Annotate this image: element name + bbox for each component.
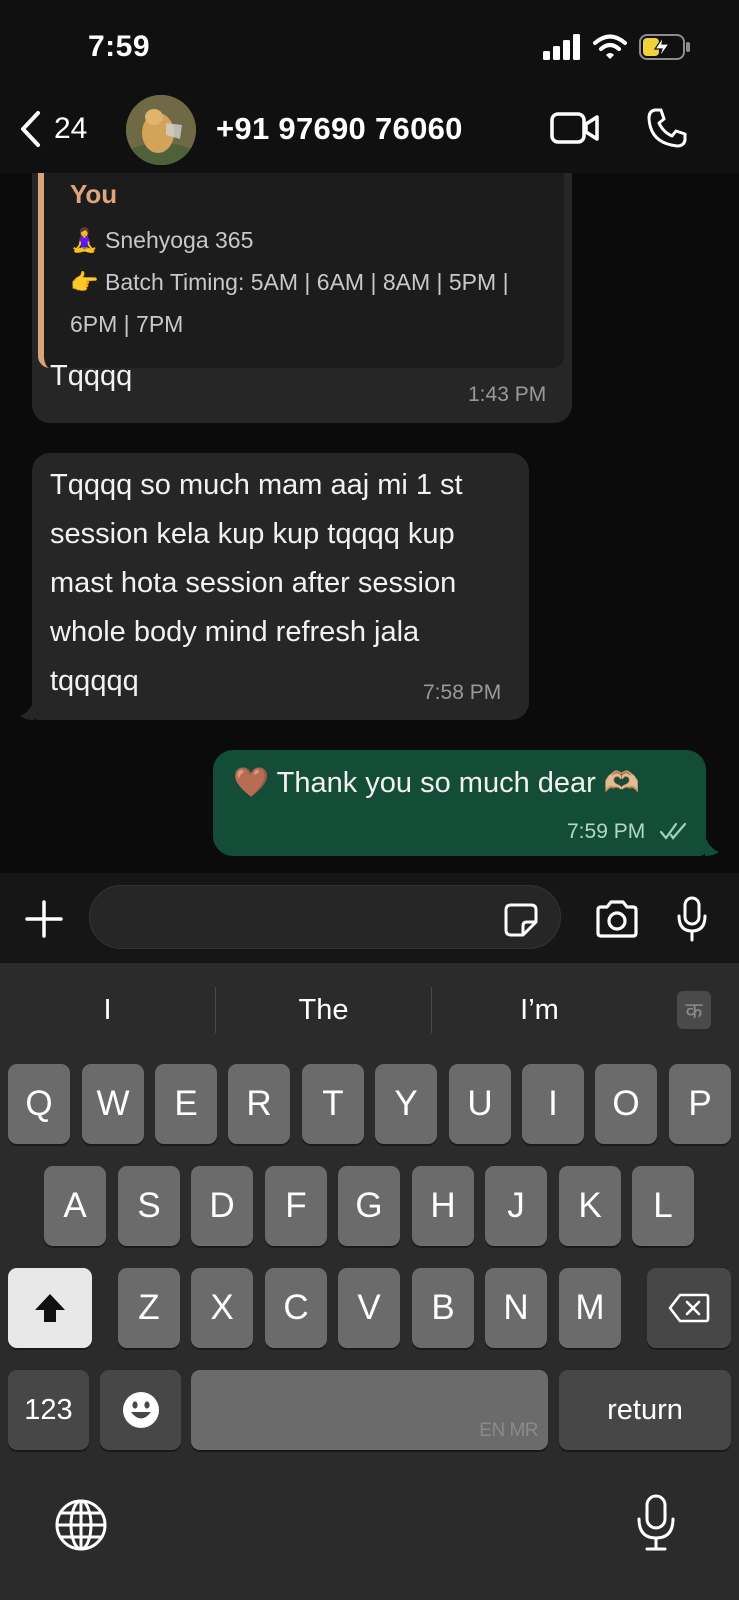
video-call-button[interactable] — [550, 109, 600, 152]
key[interactable]: O — [595, 1064, 657, 1144]
key[interactable]: U — [449, 1064, 511, 1144]
suggestion-item[interactable]: I’m — [432, 963, 647, 1058]
quoted-line: 👉 Batch Timing: 5AM | 6AM | 8AM | 5PM | — [70, 269, 509, 295]
voice-call-button[interactable] — [646, 107, 688, 154]
chat-messages[interactable]: You 🧘‍♀️ Snehyoga 365 👉 Batch Timing: 5A… — [0, 173, 739, 873]
battery-charging-icon — [639, 34, 690, 60]
key[interactable]: F — [265, 1166, 327, 1246]
message-text: Tqqqq so much mam aaj mi 1 st — [50, 469, 463, 501]
key[interactable]: L — [632, 1166, 694, 1246]
key[interactable]: W — [82, 1064, 144, 1144]
message-text: whole body mind refresh jala — [50, 616, 420, 648]
suggestion-item[interactable]: The — [216, 963, 431, 1058]
camera-button[interactable] — [594, 900, 640, 943]
phone-icon — [647, 108, 687, 148]
message-text: Tqqqq — [50, 360, 133, 392]
wifi-icon — [593, 34, 627, 59]
message-bubble-incoming[interactable]: Tqqqq so much mam aaj mi 1 st session ke… — [32, 453, 529, 720]
key[interactable]: H — [412, 1166, 474, 1246]
video-call-icon — [550, 112, 599, 144]
input-language-hint: EN MR — [479, 1420, 538, 1441]
return-key[interactable]: return — [559, 1370, 731, 1450]
chat-header: 24 +91 97690 76060 — [0, 95, 739, 173]
message-input[interactable] — [89, 885, 561, 949]
status-bar: 7:59 — [0, 0, 739, 95]
message-text: mast hota session after session — [50, 567, 457, 599]
globe-key[interactable] — [54, 1498, 108, 1557]
key[interactable]: E — [155, 1064, 217, 1144]
unread-count: 24 — [54, 112, 88, 145]
language-switch-key[interactable]: क — [677, 991, 711, 1029]
key[interactable]: I — [522, 1064, 584, 1144]
cellular-signal-icon — [543, 34, 580, 60]
camera-icon — [596, 900, 638, 938]
message-text: tqqqqq — [50, 665, 139, 697]
shift-icon — [35, 1294, 65, 1322]
message-time: 7:59 PM — [567, 820, 646, 843]
quoted-line: 6PM | 7PM — [70, 311, 184, 337]
contact-name[interactable]: +91 97690 76060 — [216, 111, 463, 147]
backspace-key[interactable] — [647, 1268, 731, 1348]
message-time: 1:43 PM — [468, 383, 547, 406]
key[interactable]: M — [559, 1268, 621, 1348]
suggestion-item[interactable]: I — [0, 963, 215, 1058]
key[interactable]: X — [191, 1268, 253, 1348]
contact-avatar[interactable] — [126, 95, 196, 165]
space-key[interactable]: EN MR — [191, 1370, 548, 1450]
status-icons — [543, 34, 691, 60]
message-bubble-outgoing[interactable]: 🤎 Thank you so much dear 🫶🏼 7:59 PM — [213, 750, 706, 856]
read-ticks-icon — [659, 822, 687, 840]
globe-icon — [55, 1499, 107, 1551]
key[interactable]: G — [338, 1166, 400, 1246]
microphone-icon — [677, 896, 707, 942]
quoted-message[interactable]: You 🧘‍♀️ Snehyoga 365 👉 Batch Timing: 5A… — [38, 173, 564, 368]
emoji-key[interactable] — [100, 1370, 181, 1450]
message-time: 7:58 PM — [423, 681, 502, 704]
key[interactable]: Y — [375, 1064, 437, 1144]
bubble-tail — [705, 836, 719, 856]
key[interactable]: Q — [8, 1064, 70, 1144]
key[interactable]: T — [302, 1064, 364, 1144]
plus-icon — [25, 900, 63, 938]
backspace-icon — [668, 1293, 710, 1323]
keyboard: I The I’m क Q W E R T Y U I O P A S D F … — [0, 963, 739, 1600]
quoted-line: 🧘‍♀️ Snehyoga 365 — [70, 227, 254, 253]
key[interactable]: R — [228, 1064, 290, 1144]
key[interactable]: V — [338, 1268, 400, 1348]
key[interactable]: Z — [118, 1268, 180, 1348]
bubble-tail — [20, 700, 34, 720]
status-time: 7:59 — [88, 30, 151, 63]
message-composer — [0, 873, 739, 963]
key[interactable]: B — [412, 1268, 474, 1348]
message-bubble-reply[interactable]: You 🧘‍♀️ Snehyoga 365 👉 Batch Timing: 5A… — [32, 173, 572, 423]
sticker-button[interactable] — [503, 902, 539, 943]
avatar-image — [126, 95, 196, 165]
key[interactable]: N — [485, 1268, 547, 1348]
attach-button[interactable] — [24, 899, 64, 944]
message-text: 🤎 Thank you so much dear 🫶🏼 — [233, 767, 640, 799]
key[interactable]: J — [485, 1166, 547, 1246]
key[interactable]: P — [669, 1064, 731, 1144]
voice-message-button[interactable] — [677, 896, 707, 947]
quoted-author: You — [70, 179, 118, 209]
dictation-key[interactable] — [636, 1494, 676, 1557]
message-text: session kela kup kup tqqqq kup — [50, 518, 455, 550]
key[interactable]: D — [191, 1166, 253, 1246]
key[interactable]: K — [559, 1166, 621, 1246]
back-button[interactable]: 24 — [18, 109, 87, 149]
key[interactable]: A — [44, 1166, 106, 1246]
emoji-icon — [122, 1392, 159, 1428]
shift-key[interactable] — [8, 1268, 92, 1348]
sticker-icon — [504, 903, 538, 937]
back-chevron-icon — [21, 111, 40, 147]
key[interactable]: C — [265, 1268, 327, 1348]
numbers-key[interactable]: 123 — [8, 1370, 89, 1450]
microphone-icon — [637, 1494, 675, 1551]
key[interactable]: S — [118, 1166, 180, 1246]
